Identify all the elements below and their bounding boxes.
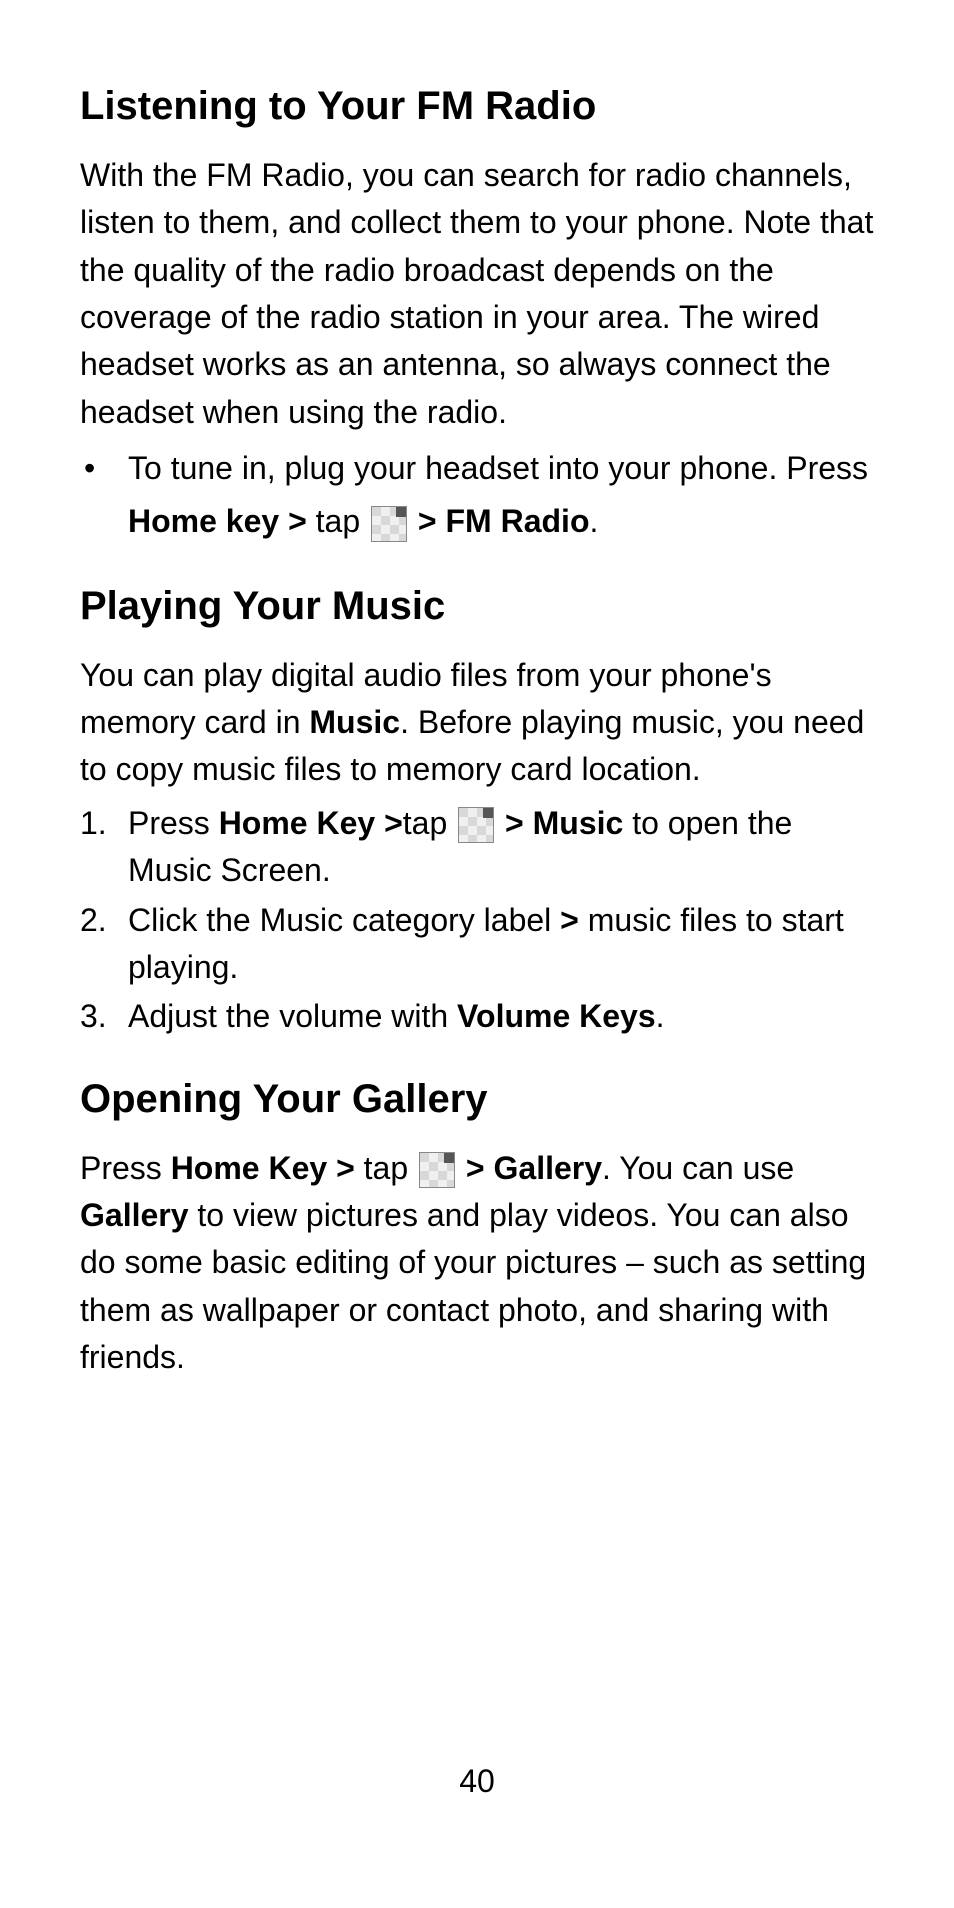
section-gallery: Opening Your Gallery Press Home Key > ta… <box>80 1075 874 1382</box>
numbered-list-music: Press Home Key >tap > Music to open the … <box>80 800 874 1041</box>
text-run: . <box>656 998 665 1034</box>
text-run: tap <box>403 805 456 841</box>
list-item: Press Home Key >tap > Music to open the … <box>80 800 874 895</box>
text-run: Click the Music category label <box>128 902 560 938</box>
text-run: Press <box>128 805 219 841</box>
paragraph-gallery: Press Home Key > tap > Gallery. You can … <box>80 1145 874 1382</box>
page-number: 40 <box>0 1763 954 1800</box>
document-page: Listening to Your FM Radio With the FM R… <box>0 0 954 1381</box>
heading-gallery: Opening Your Gallery <box>80 1075 874 1123</box>
text-run-bold: Volume Keys <box>457 998 656 1034</box>
list-item: To tune in, plug your headset into your … <box>80 442 874 548</box>
text-run: tap <box>316 503 369 539</box>
text-run-bold: > Music <box>496 805 623 841</box>
text-run: To tune in, plug your headset into your … <box>128 450 868 486</box>
list-item: Click the Music category label > music f… <box>80 897 874 992</box>
text-run-bold: > Gallery <box>457 1150 602 1186</box>
text-run-bold: Music <box>309 704 400 740</box>
heading-music: Playing Your Music <box>80 582 874 630</box>
text-run-bold: > FM Radio <box>409 503 589 539</box>
text-run: Adjust the volume with <box>128 998 457 1034</box>
text-run-bold: Gallery <box>80 1197 189 1233</box>
app-drawer-icon <box>371 506 407 542</box>
paragraph-fm-radio-intro: With the FM Radio, you can search for ra… <box>80 152 874 436</box>
text-run: Press <box>80 1150 171 1186</box>
text-run: . You can use <box>602 1150 794 1186</box>
heading-fm-radio: Listening to Your FM Radio <box>80 82 874 130</box>
text-run-bold: > <box>560 902 579 938</box>
app-drawer-icon <box>419 1152 455 1188</box>
text-run: to view pictures and play videos. You ca… <box>80 1197 866 1375</box>
text-run-bold: Home Key > <box>219 805 403 841</box>
text-run: tap <box>364 1150 417 1186</box>
section-music: Playing Your Music You can play digital … <box>80 582 874 1041</box>
bullet-list-fm-radio: To tune in, plug your headset into your … <box>80 442 874 548</box>
paragraph-music-intro: You can play digital audio files from yo… <box>80 652 874 794</box>
app-drawer-icon <box>458 807 494 843</box>
text-run: . <box>589 503 598 539</box>
text-run-bold: Home key > <box>128 503 316 539</box>
text-run-bold: Home Key > <box>171 1150 364 1186</box>
section-fm-radio: Listening to Your FM Radio With the FM R… <box>80 82 874 548</box>
list-item: Adjust the volume with Volume Keys. <box>80 993 874 1040</box>
